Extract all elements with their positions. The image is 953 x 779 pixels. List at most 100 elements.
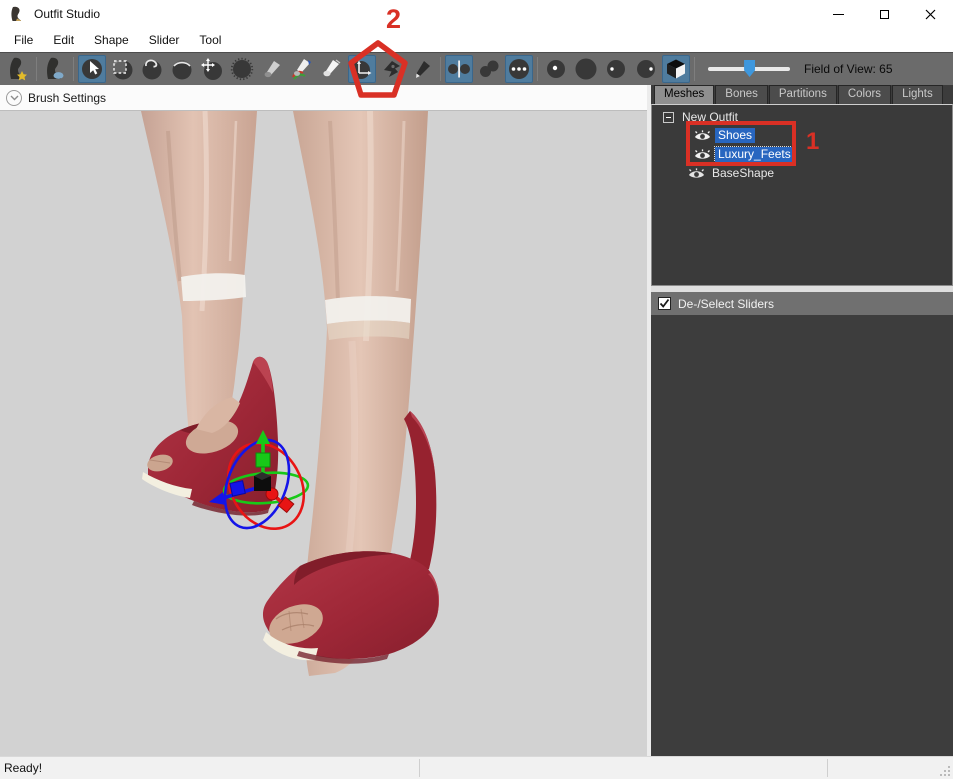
- left-ankle-band: [181, 273, 246, 301]
- global-brush-icon: [509, 59, 529, 79]
- alpha-brush-button[interactable]: [318, 55, 346, 83]
- tree-item-label: Shoes: [715, 128, 756, 143]
- right-panel-tabs: Meshes Bones Partitions Colors Lights: [651, 85, 953, 104]
- chevron-down-icon[interactable]: [6, 89, 22, 106]
- collapse-icon[interactable]: [663, 111, 674, 123]
- brush-strength-low-button[interactable]: [602, 55, 630, 83]
- resize-grip[interactable]: [939, 765, 951, 777]
- weight-brush-icon: [264, 61, 280, 78]
- toolbar-separator: [537, 57, 538, 81]
- brush-size-small-icon: [547, 60, 565, 78]
- toolbar-separator: [440, 57, 441, 81]
- sliders-panel: [651, 315, 953, 756]
- brush-size-small-button[interactable]: [542, 55, 570, 83]
- alpha-brush-icon: [323, 59, 341, 77]
- app-icon: [11, 6, 21, 22]
- load-project-icon: [47, 57, 64, 79]
- deflate-brush-button[interactable]: [168, 55, 196, 83]
- toolbar: Field of View: 65: [0, 52, 953, 85]
- inflate-brush-button[interactable]: [138, 55, 166, 83]
- vertex-edit-icon: [416, 61, 430, 78]
- tree-item-luxury-feets[interactable]: Luxury_Feets: [652, 145, 952, 164]
- menu-shape[interactable]: Shape: [84, 30, 139, 50]
- edit-connected-button[interactable]: [475, 55, 503, 83]
- brush-size-large-button[interactable]: [572, 55, 600, 83]
- close-icon: [925, 9, 935, 19]
- tab-bones[interactable]: Bones: [715, 85, 768, 104]
- new-project-icon: [10, 57, 27, 81]
- maximize-icon: [879, 9, 889, 19]
- smooth-brush-button[interactable]: [228, 55, 256, 83]
- brush-settings-bar[interactable]: Brush Settings: [0, 85, 647, 111]
- meshes-tree: New Outfit Shoes Luxury_Feets BaseShape: [651, 104, 953, 286]
- menu-bar: File Edit Shape Slider Tool: [0, 28, 953, 52]
- toolbar-separator: [694, 57, 695, 81]
- menu-edit[interactable]: Edit: [43, 30, 84, 50]
- fov-slider-group: Field of View: 65: [708, 60, 893, 77]
- viewport-3d[interactable]: [0, 111, 647, 756]
- perspective-toggle-button[interactable]: [662, 55, 690, 83]
- perspective-toggle-icon: [667, 59, 685, 79]
- tree-root-label: New Outfit: [682, 110, 739, 124]
- tab-partitions[interactable]: Partitions: [768, 85, 837, 104]
- transform-tool-button[interactable]: [348, 55, 376, 83]
- brush-settings-label: Brush Settings: [28, 90, 107, 105]
- viewport-scene: [0, 111, 647, 756]
- brush-size-large-icon: [575, 58, 597, 80]
- status-divider: [419, 759, 420, 777]
- color-brush-icon: [292, 59, 311, 80]
- right-ankle-band: [325, 296, 411, 324]
- select-tool-button[interactable]: [78, 55, 106, 83]
- maximize-button[interactable]: [861, 0, 907, 28]
- deflate-brush-icon: [172, 60, 192, 80]
- mirror-x-icon: [448, 60, 470, 78]
- inflate-brush-icon: [142, 59, 162, 80]
- color-brush-button[interactable]: [288, 55, 316, 83]
- eye-visible-icon: [689, 167, 704, 178]
- toolbar-separator: [73, 57, 74, 81]
- tree-root-new-outfit[interactable]: New Outfit: [652, 108, 952, 126]
- new-project-button[interactable]: [4, 55, 32, 83]
- vertex-edit-button[interactable]: [408, 55, 436, 83]
- fov-slider[interactable]: [708, 60, 790, 77]
- load-project-button[interactable]: [41, 55, 69, 83]
- checkmark-icon: [659, 298, 670, 308]
- tree-item-label: BaseShape: [712, 166, 775, 180]
- close-button[interactable]: [907, 0, 953, 28]
- eye-visible-icon: [695, 148, 710, 159]
- move-brush-button[interactable]: [198, 55, 226, 83]
- deselect-sliders-checkbox[interactable]: [658, 297, 671, 310]
- move-brush-icon: [201, 58, 222, 80]
- brush-strength-high-icon: [637, 60, 655, 78]
- tree-item-shoes[interactable]: Shoes: [652, 126, 952, 145]
- tree-item-label: Luxury_Feets: [714, 146, 795, 163]
- global-brush-button[interactable]: [505, 55, 533, 83]
- fov-label: Field of View: 65: [804, 62, 893, 76]
- status-message: Ready!: [4, 761, 43, 775]
- mask-brush-button[interactable]: [108, 55, 136, 83]
- window-title: Outfit Studio: [34, 7, 101, 21]
- status-bar: Ready!: [0, 756, 953, 779]
- eye-visible-icon: [695, 129, 710, 140]
- fov-slider-handle[interactable]: [744, 60, 756, 77]
- smooth-brush-icon: [230, 57, 254, 81]
- tab-colors[interactable]: Colors: [837, 85, 892, 104]
- mirror-x-button[interactable]: [445, 55, 473, 83]
- brush-strength-low-icon: [607, 60, 625, 78]
- select-tool-icon: [82, 59, 102, 79]
- toolbar-separator: [36, 57, 37, 81]
- menu-tool[interactable]: Tool: [189, 30, 231, 50]
- transform-tool-icon: [352, 60, 372, 79]
- weight-brush-button[interactable]: [258, 55, 286, 83]
- tab-meshes[interactable]: Meshes: [654, 85, 715, 104]
- menu-slider[interactable]: Slider: [139, 30, 190, 50]
- minimize-icon: [832, 13, 844, 15]
- tree-item-baseshape[interactable]: BaseShape: [652, 164, 952, 183]
- edit-connected-icon: [480, 60, 499, 77]
- pivot-tool-icon: [384, 61, 400, 77]
- tab-lights[interactable]: Lights: [892, 85, 943, 104]
- menu-file[interactable]: File: [4, 30, 43, 50]
- pivot-tool-button[interactable]: [378, 55, 406, 83]
- minimize-button[interactable]: [815, 0, 861, 28]
- brush-strength-high-button[interactable]: [632, 55, 660, 83]
